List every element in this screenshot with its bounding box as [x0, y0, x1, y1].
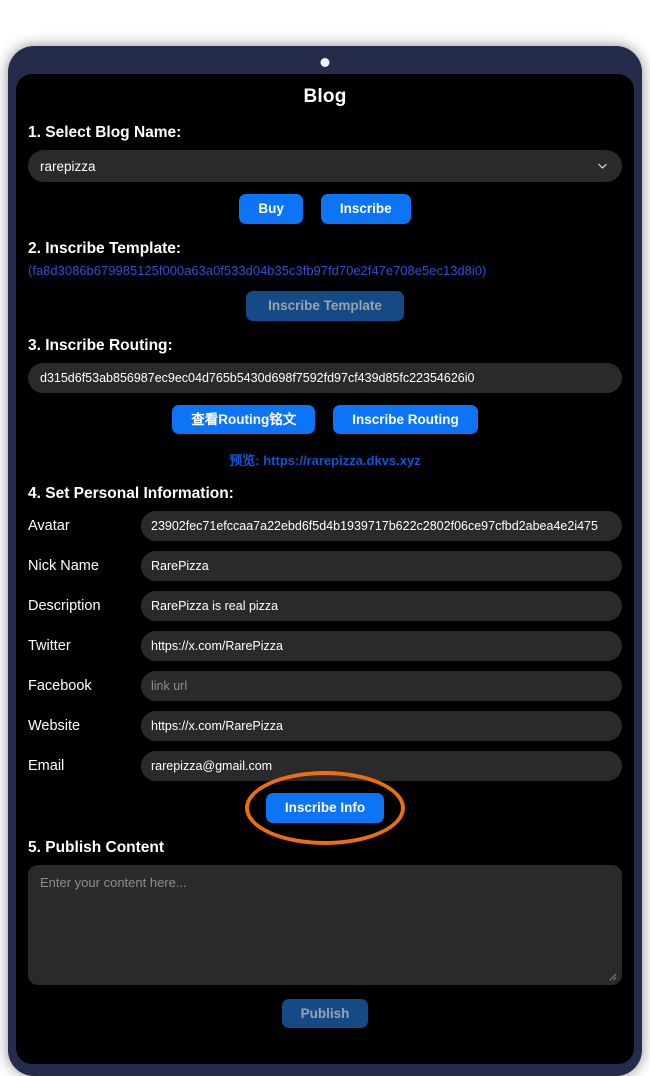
personal-info-input[interactable]: RarePizza: [141, 551, 622, 582]
publish-actions: Publish: [16, 998, 634, 1029]
personal-info-row: Email rarepizza@gmail.com: [28, 751, 622, 782]
routing-actions: 查看Routing铭文 Inscribe Routing: [16, 404, 634, 435]
personal-info-label: Facebook: [28, 678, 92, 695]
personal-info-label: Twitter: [28, 638, 71, 655]
section-heading-blog-name: 1. Select Blog Name:: [28, 124, 182, 141]
template-hash[interactable]: (fa8d3086b679985125f000a63a0f533d04b35c3…: [28, 263, 634, 280]
screenshot-stage: Blog 1. Select Blog Name: rarepizza Buy …: [0, 0, 650, 1076]
routing-row: d315d6f53ab856987ec9ec04d765b5430d698f75…: [16, 362, 634, 393]
personal-info-label: Email: [28, 758, 65, 775]
routing-input[interactable]: d315d6f53ab856987ec9ec04d765b5430d698f75…: [28, 362, 622, 393]
publish-content-textarea[interactable]: Enter your content here...: [28, 864, 622, 985]
blog-name-actions: Buy Inscribe: [16, 194, 634, 224]
page-title: Blog: [303, 86, 347, 107]
chevron-down-icon: [598, 163, 607, 169]
personal-info-label: Description: [28, 598, 101, 615]
tablet-device-frame: Blog 1. Select Blog Name: rarepizza Buy …: [8, 46, 642, 1076]
personal-info-input[interactable]: 23902fec71efccaa7a22ebd6f5d4b1939717b622…: [141, 511, 622, 542]
personal-info-input[interactable]: https://x.com/RarePizza: [141, 711, 622, 742]
preview-label: 预览:: [229, 453, 260, 469]
template-actions: Inscribe Template: [16, 291, 634, 321]
personal-info-row: Twitter https://x.com/RarePizza: [28, 631, 622, 662]
publish-content-placeholder: Enter your content here...: [40, 874, 187, 890]
inscribe-routing-button[interactable]: Inscribe Routing: [333, 404, 478, 435]
publish-button[interactable]: Publish: [281, 998, 369, 1029]
section-heading-routing: 3. Inscribe Routing:: [28, 336, 173, 354]
blog-name-row: rarepizza: [16, 150, 634, 182]
personal-info-input[interactable]: link url: [141, 671, 622, 702]
preview-link-row[interactable]: 预览: https://rarepizza.dkvs.xyz: [16, 450, 634, 469]
device-screen: Blog 1. Select Blog Name: rarepizza Buy …: [16, 74, 634, 1064]
personal-info-input[interactable]: rarepizza@gmail.com: [141, 751, 622, 782]
personal-info-grid: Avatar 23902fec71efccaa7a22ebd6f5d4b19397…: [16, 511, 634, 782]
buy-button[interactable]: Buy: [239, 194, 303, 224]
personal-info-row: Description RarePizza is real pizza: [28, 591, 622, 622]
blog-name-selected-value: rarepizza: [40, 158, 96, 174]
section-heading-personal-info: 4. Set Personal Information:: [28, 485, 234, 503]
personal-info-label: Avatar: [28, 518, 70, 535]
section-heading-template: 2. Inscribe Template:: [28, 239, 182, 257]
view-routing-inscription-button[interactable]: 查看Routing铭文: [172, 404, 316, 435]
camera-dot-icon: [320, 58, 330, 67]
blog-name-select[interactable]: rarepizza: [28, 150, 622, 182]
inscribe-info-button[interactable]: Inscribe Info: [265, 793, 385, 823]
personal-info-label: Website: [28, 718, 81, 735]
resize-grip-icon[interactable]: [607, 971, 617, 981]
personal-info-input[interactable]: https://x.com/RarePizza: [141, 631, 622, 662]
preview-url[interactable]: https://rarepizza.dkvs.xyz: [263, 453, 421, 468]
blog-page: Blog 1. Select Blog Name: rarepizza Buy …: [16, 74, 634, 1064]
section-heading-publish: 5. Publish Content: [28, 838, 165, 856]
personal-info-row: Website https://x.com/RarePizza: [28, 711, 622, 742]
inscribe-template-button[interactable]: Inscribe Template: [246, 291, 404, 321]
inscribe-button[interactable]: Inscribe: [320, 194, 411, 224]
personal-info-row: Facebook link url: [28, 671, 622, 702]
personal-info-input[interactable]: RarePizza is real pizza: [141, 591, 622, 622]
personal-info-row: Nick Name RarePizza: [28, 551, 622, 582]
inscribe-info-area: Inscribe Info: [16, 771, 634, 846]
personal-info-label: Nick Name: [28, 558, 99, 575]
personal-info-row: Avatar 23902fec71efccaa7a22ebd6f5d4b19397…: [28, 511, 622, 542]
